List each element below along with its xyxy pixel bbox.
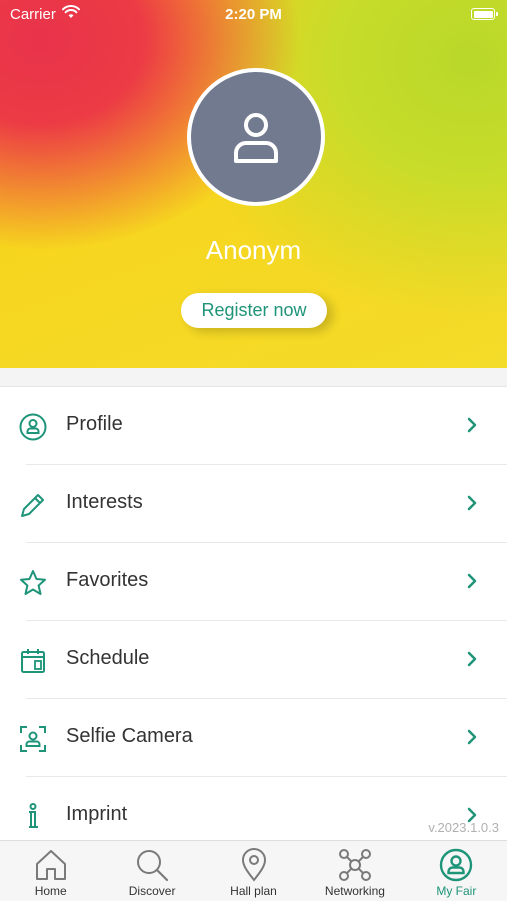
selfie-camera-icon [20, 726, 46, 752]
register-button[interactable]: Register now [181, 293, 327, 328]
menu-item-schedule[interactable]: Schedule [0, 621, 507, 699]
menu-item-label: Interests [66, 491, 143, 513]
chevron-right-icon [467, 729, 477, 745]
map-pin-icon [241, 848, 266, 882]
version-label: v.2023.1.0.3 [428, 820, 499, 835]
menu-item-favorites[interactable]: Favorites [0, 543, 507, 621]
menu-item-label: Profile [66, 413, 123, 435]
tab-bar: Home Discover Hall plan Networking My Fa… [0, 840, 507, 901]
chevron-right-icon [467, 495, 477, 511]
menu-item-selfie-camera[interactable]: Selfie Camera [0, 699, 507, 777]
person-circle-icon [440, 848, 473, 882]
chevron-right-icon [467, 651, 477, 667]
tab-label: Discover [128, 884, 176, 898]
clock: 2:20 PM [225, 6, 282, 23]
chevron-right-icon [467, 573, 477, 589]
menu-item-label: Favorites [66, 569, 149, 591]
tab-hall-plan[interactable]: Hall plan [203, 841, 304, 901]
person-circle-icon [19, 413, 47, 441]
network-icon [338, 849, 371, 881]
menu-item-profile[interactable]: Profile [0, 387, 507, 465]
calendar-icon [21, 649, 45, 673]
profile-header: Carrier 2:20 PM Anonym Register now [0, 0, 507, 368]
menu-item-label: Selfie Camera [66, 725, 193, 747]
tab-label: My Fair [436, 884, 477, 898]
home-icon [35, 850, 66, 880]
status-bar: Carrier 2:20 PM [0, 0, 507, 28]
user-name: Anonym [205, 235, 302, 265]
pencil-icon [21, 494, 44, 517]
chevron-right-icon [467, 417, 477, 433]
tab-home[interactable]: Home [0, 841, 101, 901]
tab-my-fair[interactable]: My Fair [406, 841, 507, 901]
menu-item-interests[interactable]: Interests [0, 465, 507, 543]
star-icon [20, 570, 46, 595]
battery-icon [471, 8, 498, 20]
menu-item-label: Imprint [66, 803, 128, 825]
tab-label: Networking [324, 884, 385, 898]
tab-label: Hall plan [230, 884, 277, 898]
person-icon [234, 113, 278, 163]
search-icon [137, 850, 169, 882]
tab-label: Home [34, 884, 67, 898]
info-icon [29, 803, 38, 828]
tab-networking[interactable]: Networking [304, 841, 405, 901]
tab-discover[interactable]: Discover [101, 841, 202, 901]
avatar[interactable] [187, 68, 325, 206]
menu-item-label: Schedule [66, 647, 150, 669]
menu-list: Profile Interests Favorites Schedule Sel… [0, 386, 507, 855]
